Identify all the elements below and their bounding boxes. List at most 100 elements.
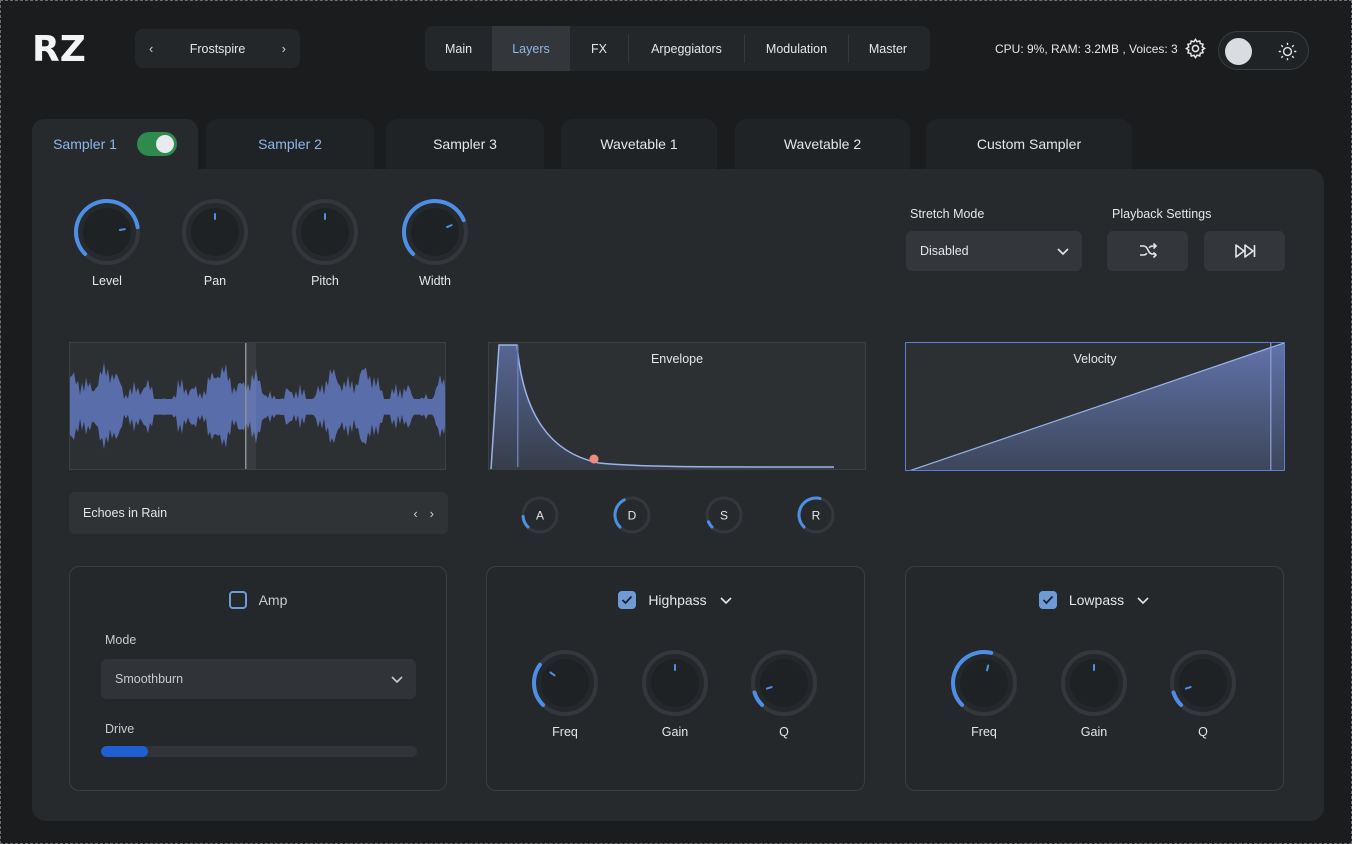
amp-enable-checkbox[interactable] (228, 591, 247, 609)
amp-mode-select[interactable]: Smoothburn (101, 659, 416, 699)
svg-text:A: A (536, 509, 544, 523)
release-knob[interactable]: R (796, 495, 836, 535)
lowpass-label: Lowpass (1068, 592, 1125, 608)
sustain-knob-dial: S (705, 496, 743, 534)
lowpass-q-dial (1170, 650, 1236, 716)
highpass-freq-label: Freq (552, 725, 578, 739)
tab-sampler-2[interactable]: Sampler 2 (206, 119, 374, 169)
logo: RZ (32, 30, 86, 66)
lowpass-q-knob[interactable]: Q (1163, 647, 1243, 739)
stretch-mode-select[interactable]: Disabled (906, 231, 1082, 271)
width-knob-dial (402, 199, 468, 265)
tab-sampler-1-label: Sampler 1 (53, 136, 117, 152)
highpass-header: Highpass (487, 591, 864, 609)
tab-wavetable-2[interactable]: Wavetable 2 (735, 119, 910, 169)
highpass-freq-knob[interactable]: Freq (525, 647, 605, 739)
tab-fx[interactable]: FX (570, 26, 628, 71)
drive-slider-fill (101, 746, 149, 757)
preset-name[interactable]: Frostspire (190, 42, 246, 56)
pitch-knob[interactable]: Pitch (285, 196, 365, 288)
svg-text:R: R (812, 509, 821, 523)
velocity-title: Velocity (1073, 352, 1117, 366)
lowpass-q-label: Q (1198, 725, 1208, 739)
attack-knob[interactable]: A (520, 495, 560, 535)
layer-enable-toggle[interactable] (136, 132, 177, 156)
envelope-handle[interactable] (589, 454, 599, 464)
chevron-right-icon[interactable]: › (282, 41, 286, 56)
pan-knob-dial (182, 199, 248, 265)
chevron-right-icon[interactable]: › (430, 506, 434, 521)
theme-toggle[interactable] (1218, 31, 1309, 70)
release-knob-dial: R (797, 496, 835, 534)
sustain-knob[interactable]: S (704, 495, 744, 535)
lowpass-gain-dial (1061, 650, 1127, 716)
level-knob[interactable]: Level (67, 196, 147, 288)
main-nav: Main Layers FX Arpeggiators Modulation M… (425, 26, 930, 71)
lowpass-enable-checkbox[interactable] (1038, 591, 1057, 609)
waveform (70, 343, 445, 469)
lowpass-module: Lowpass Freq Gain Q (905, 566, 1284, 791)
width-knob[interactable]: Width (395, 196, 475, 288)
amp-module: Amp Mode Smoothburn Drive (69, 566, 447, 791)
amp-mode-label: Mode (105, 633, 137, 647)
sample-selector[interactable]: Echoes in Rain ‹ › (69, 492, 448, 534)
sun-icon (1278, 42, 1297, 61)
amp-label: Amp (258, 592, 288, 608)
fast-forward-icon (1234, 244, 1255, 258)
highpass-gain-knob[interactable]: Gain (635, 647, 715, 739)
level-knob-dial (74, 199, 140, 265)
chevron-left-icon[interactable]: ‹ (149, 41, 153, 56)
highpass-enable-checkbox[interactable] (618, 591, 637, 609)
stretch-mode-value: Disabled (920, 244, 969, 258)
tab-master[interactable]: Master (849, 26, 927, 71)
playback-settings-label: Playback Settings (1112, 207, 1212, 221)
svg-text:D: D (628, 509, 637, 523)
toggle-knob (155, 135, 174, 153)
amp-header: Amp (70, 591, 446, 609)
chevron-down-icon (391, 676, 403, 684)
chevron-down-icon[interactable] (719, 593, 733, 607)
tab-custom-sampler[interactable]: Custom Sampler (926, 119, 1132, 169)
velocity-display[interactable]: Velocity (905, 342, 1285, 471)
highpass-freq-dial (532, 650, 598, 716)
tab-arpeggiators[interactable]: Arpeggiators (629, 26, 744, 71)
tab-layers[interactable]: Layers (492, 26, 570, 71)
waveform-display[interactable] (69, 342, 446, 470)
tab-modulation[interactable]: Modulation (745, 26, 848, 71)
tab-main[interactable]: Main (425, 26, 492, 71)
svg-text:RZ: RZ (32, 30, 86, 66)
chevron-left-icon[interactable]: ‹ (413, 506, 417, 521)
check-icon (1042, 595, 1054, 605)
highpass-q-label: Q (779, 725, 789, 739)
amp-mode-value: Smoothburn (115, 672, 184, 686)
level-label: Level (92, 274, 122, 288)
envelope-display[interactable]: Envelope (488, 342, 866, 470)
status-readout: CPU: 9%, RAM: 3.2MB , Voices: 3 (995, 42, 1178, 56)
chevron-down-icon[interactable] (1136, 593, 1150, 607)
fast-forward-button[interactable] (1204, 231, 1285, 271)
highpass-q-knob[interactable]: Q (744, 647, 824, 739)
decay-knob-dial: D (613, 496, 651, 534)
highpass-module: Highpass Freq Gain Q (486, 566, 865, 791)
gear-icon[interactable] (1184, 37, 1207, 60)
decay-knob[interactable]: D (612, 495, 652, 535)
tab-wavetable-1[interactable]: Wavetable 1 (561, 119, 717, 169)
shuffle-button[interactable] (1107, 231, 1188, 271)
drive-slider[interactable] (101, 746, 417, 757)
lowpass-header: Lowpass (906, 591, 1283, 609)
preset-selector: ‹ Frostspire › (135, 29, 300, 68)
attack-knob-dial: A (521, 496, 559, 534)
check-icon (622, 595, 633, 605)
tab-sampler-3[interactable]: Sampler 3 (386, 119, 544, 169)
lowpass-freq-knob[interactable]: Freq (944, 647, 1024, 739)
pan-knob[interactable]: Pan (175, 196, 255, 288)
pan-label: Pan (203, 274, 227, 288)
sample-name: Echoes in Rain (83, 506, 168, 520)
lowpass-freq-dial (951, 650, 1017, 716)
lowpass-gain-knob[interactable]: Gain (1054, 647, 1134, 739)
amp-drive-label: Drive (105, 722, 135, 736)
chevron-down-icon (1057, 248, 1069, 256)
tab-sampler-1[interactable]: Sampler 1 (32, 119, 198, 169)
width-label: Width (419, 274, 451, 288)
highpass-q-dial (751, 650, 817, 716)
